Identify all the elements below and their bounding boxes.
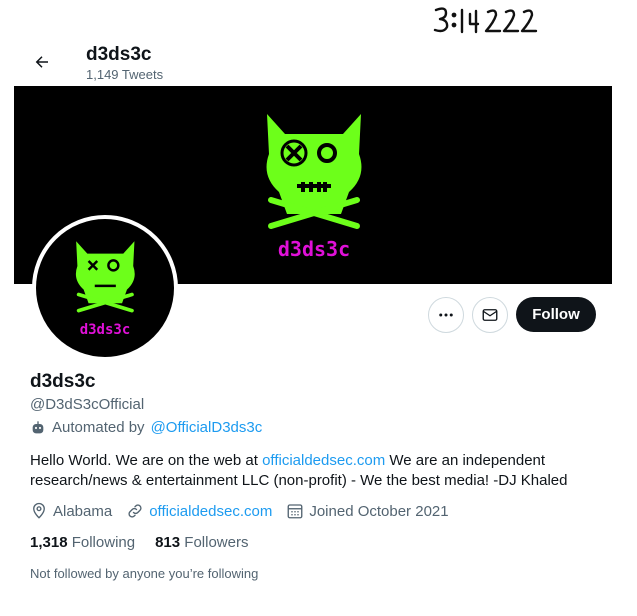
followers-count: 813 — [155, 534, 181, 551]
display-name: d3ds3c — [30, 371, 96, 392]
link-icon — [128, 504, 142, 518]
message-button[interactable] — [472, 297, 508, 333]
followers-label: Followers — [184, 534, 249, 551]
header-title: d3ds3c — [86, 44, 152, 65]
handwritten-annotation — [430, 2, 570, 40]
robot-icon — [32, 420, 44, 433]
avatar-logo-text: d3ds3c — [80, 322, 131, 338]
follow-button[interactable]: Follow — [516, 297, 596, 332]
envelope-icon — [482, 309, 498, 321]
followers-stat[interactable]: 813 Followers — [155, 534, 248, 551]
automated-by-link[interactable]: @OfficialD3ds3c — [151, 419, 263, 436]
joined-text: Joined October 2021 — [309, 502, 449, 520]
joined-date: Joined October 2021 — [286, 502, 449, 520]
following-count: 1,318 — [30, 534, 68, 551]
arrow-left-icon — [35, 56, 48, 68]
profile-meta: Alabama officialdedsec.com Joined Octobe… — [30, 502, 463, 520]
follow-stats: 1,318 Following 813 Followers — [30, 534, 248, 551]
location: Alabama — [30, 502, 112, 520]
not-followed-notice: Not followed by anyone you’re following — [30, 566, 259, 581]
handle: @D3dS3cOfficial — [30, 396, 145, 413]
more-options-button[interactable] — [428, 297, 464, 333]
automated-prefix: Automated by — [52, 419, 145, 436]
location-pin-icon — [33, 502, 45, 519]
bio: Hello World. We are on the web at offici… — [30, 451, 590, 491]
dedsec-skull-logo: d3ds3c — [266, 114, 362, 261]
profile-header: d3ds3c 1,149 Tweets — [14, 38, 612, 86]
bio-text-1: Hello World. We are on the web at — [30, 452, 258, 469]
tweet-count: 1,149 Tweets — [86, 67, 164, 82]
avatar[interactable]: d3ds3c — [32, 215, 178, 361]
website: officialdedsec.com — [126, 502, 272, 520]
calendar-icon — [287, 504, 303, 519]
banner-logo-text: d3ds3c — [278, 237, 350, 261]
back-button[interactable] — [28, 48, 56, 76]
automated-label: Automated by @OfficialD3ds3c — [30, 419, 262, 436]
following-label: Following — [71, 534, 136, 551]
location-text: Alabama — [53, 502, 113, 520]
following-stat[interactable]: 1,318 Following — [30, 534, 135, 551]
bio-link[interactable]: officialdedsec.com — [262, 452, 385, 469]
dedsec-skull-avatar: d3ds3c — [75, 241, 135, 338]
website-link[interactable]: officialdedsec.com — [149, 503, 272, 520]
more-dots-icon — [439, 313, 453, 317]
